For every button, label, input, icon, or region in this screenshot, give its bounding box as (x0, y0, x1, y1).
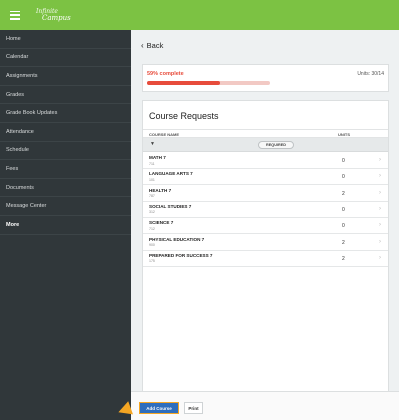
back-label: Back (146, 41, 164, 50)
course-code: 711 (149, 161, 155, 166)
print-button[interactable]: Print (184, 402, 203, 414)
course-name: SCIENCE 7 (149, 220, 174, 226)
chevron-right-icon: › (379, 205, 381, 212)
course-units: 0 (342, 174, 345, 181)
sidebar-item-more[interactable]: More (0, 216, 131, 235)
table-row[interactable]: PREPARED FOR SUCCESS 7 175 2 › (143, 251, 388, 267)
progress-bar-fill (147, 81, 220, 85)
course-name: SOCIAL STUDIES 7 (149, 203, 192, 209)
table-row[interactable]: HEALTH 7 787 2 › (143, 186, 388, 202)
course-name: LANGUAGE ARTS 7 (149, 171, 193, 177)
column-header-units: UNITS (338, 132, 350, 137)
course-name: PHYSICAL EDUCATION 7 (149, 236, 205, 242)
course-units: 0 (342, 223, 345, 230)
column-header-course: COURSE NAME (149, 132, 180, 137)
chevron-right-icon: › (379, 173, 381, 180)
table-row[interactable]: SCIENCE 7 712 0 › (143, 218, 388, 235)
sidebar-item-schedule[interactable]: Schedule (0, 142, 131, 161)
sidebar-item-attendance[interactable]: Attendance (0, 123, 131, 142)
sidebar-nav: Home Calendar Assignments Grades Grade Book … (0, 30, 131, 420)
chevron-right-icon: › (379, 254, 381, 261)
sidebar-item-fees[interactable]: Fees (0, 160, 131, 179)
logo-line-1: Infinite (36, 8, 58, 15)
table-row[interactable]: PHYSICAL EDUCATION 7 900 2 › (143, 235, 388, 251)
sidebar-item-documents[interactable]: Documents (0, 179, 131, 198)
chevron-down-icon[interactable]: ▼ (150, 141, 155, 147)
top-bar: Infinite Campus (0, 0, 399, 30)
chevron-left-icon: ‹ (141, 41, 144, 50)
table-header: COURSE NAME UNITS (143, 129, 388, 138)
logo-line-2: Campus (42, 14, 71, 22)
course-name: MATH 7 (149, 155, 166, 160)
required-badge: REQUIRED (258, 140, 294, 149)
course-code: 101 (149, 177, 155, 182)
add-course-button[interactable]: Add Course (139, 402, 179, 414)
hamburger-menu-icon[interactable] (10, 10, 20, 20)
app-logo: Infinite Campus (36, 8, 71, 22)
course-units: 2 (342, 255, 345, 262)
required-group-row[interactable]: ▼ REQUIRED (143, 138, 388, 152)
main-content: ‹ Back 59% complete Units: 30/14 Course … (131, 30, 399, 420)
chevron-right-icon: › (379, 238, 381, 245)
progress-text: 59% complete (147, 71, 184, 77)
course-units: 2 (342, 190, 345, 197)
course-units: 0 (342, 158, 345, 164)
footer-bar: Add Course Print (131, 391, 399, 420)
course-requests-title: Course Requests (149, 111, 219, 121)
course-code: 175 (149, 259, 155, 264)
sidebar-item-calendar[interactable]: Calendar (0, 49, 131, 68)
course-code: 312 (149, 210, 155, 215)
chevron-right-icon: › (379, 189, 381, 196)
sidebar-item-home[interactable]: Home (0, 30, 131, 49)
sidebar-item-assignments[interactable]: Assignments (0, 67, 131, 86)
sidebar-item-grades[interactable]: Grades (0, 86, 131, 105)
progress-card: 59% complete Units: 30/14 (142, 64, 389, 92)
table-row[interactable]: MATH 7 711 0 › (143, 153, 388, 169)
course-name: PREPARED FOR SUCCESS 7 (149, 252, 213, 258)
course-code: 900 (149, 243, 155, 247)
table-row[interactable]: LANGUAGE ARTS 7 101 0 › (143, 169, 388, 186)
back-link[interactable]: ‹ Back (141, 41, 163, 50)
chevron-right-icon: › (379, 222, 381, 229)
course-code: 787 (149, 194, 155, 199)
sidebar-item-message-center[interactable]: Message Center (0, 197, 131, 216)
course-code: 712 (149, 226, 155, 231)
sidebar-item-grade-book-updates[interactable]: Grade Book Updates (0, 104, 131, 123)
course-units: 0 (342, 206, 345, 213)
units-text: Units: 30/14 (357, 71, 384, 77)
course-requests-card: Course Requests COURSE NAME UNITS ▼ REQU… (142, 100, 389, 403)
table-row[interactable]: SOCIAL STUDIES 7 312 0 › (143, 202, 388, 218)
chevron-right-icon: › (379, 157, 381, 163)
course-units: 2 (342, 239, 345, 246)
progress-bar (147, 81, 270, 85)
course-name: HEALTH 7 (149, 187, 172, 193)
